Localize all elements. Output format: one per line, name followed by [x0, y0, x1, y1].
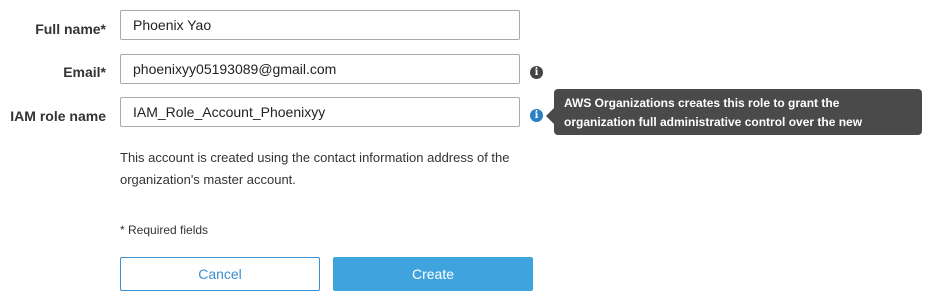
iam-role-info-icon[interactable]: i: [530, 109, 543, 122]
iam-role-label: IAM role name: [10, 108, 106, 124]
tooltip-arrow: [546, 108, 554, 124]
full-name-label: Full name*: [35, 21, 106, 37]
iam-role-input[interactable]: [120, 97, 520, 127]
cancel-button[interactable]: Cancel: [120, 257, 320, 291]
email-label: Email*: [63, 64, 106, 80]
required-fields-note: * Required fields: [120, 223, 209, 237]
contact-info-help-text: This account is created using the contac…: [120, 150, 510, 187]
email-input[interactable]: [120, 54, 520, 84]
create-button[interactable]: Create: [333, 257, 533, 291]
iam-role-tooltip: AWS Organizations creates this role to g…: [554, 89, 922, 148]
email-info-icon[interactable]: i: [530, 66, 543, 79]
full-name-input[interactable]: [120, 10, 520, 40]
create-account-form: Full name* Email* i IAM role name i AWS …: [0, 0, 933, 298]
